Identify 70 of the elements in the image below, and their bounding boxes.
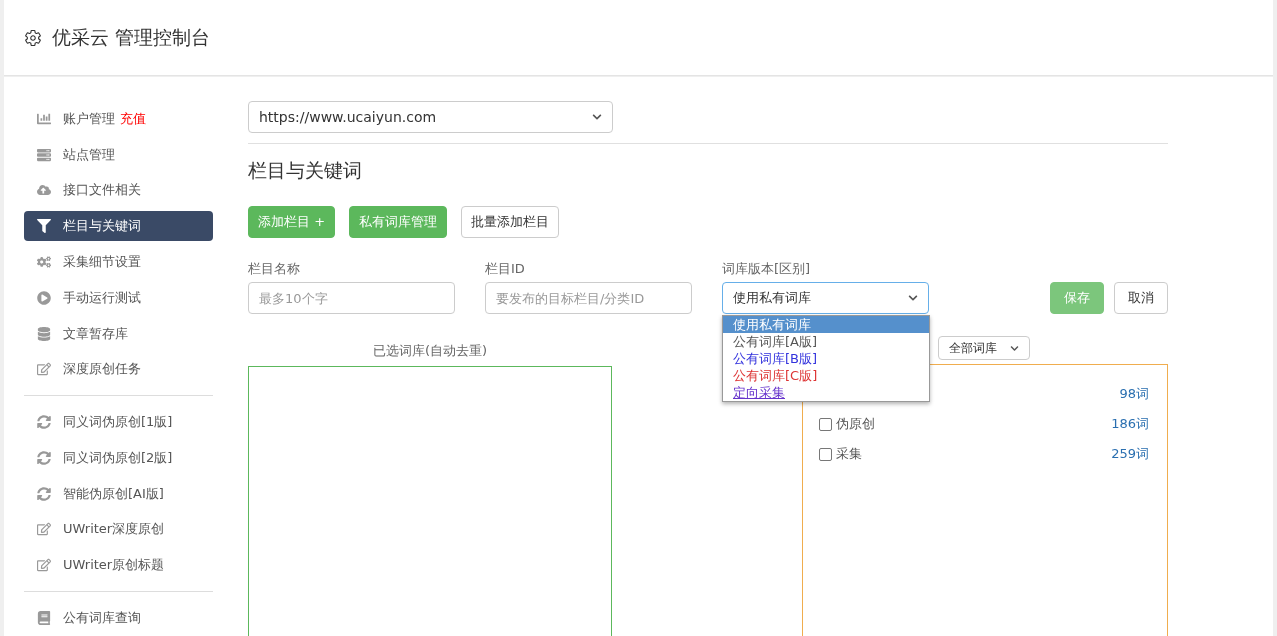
sidebar-label: 同义词伪原创[1版] — [63, 413, 173, 432]
dropdown-option[interactable]: 定向采集 — [723, 384, 929, 401]
word-count: 98词 — [1119, 385, 1149, 403]
word-count: 259词 — [1111, 445, 1149, 463]
play-icon — [35, 290, 53, 305]
sidebar-label: 站点管理 — [63, 145, 115, 164]
settings-icon[interactable] — [24, 28, 42, 47]
field-label: 词库版本[区别] — [722, 260, 812, 278]
sidebar-label: 文章暂存库 — [63, 324, 128, 343]
gears-icon — [35, 255, 53, 269]
text-field[interactable]: 最多10个字 — [248, 282, 455, 314]
section-title: 栏目与关键词 — [248, 158, 363, 183]
library-name: 伪原创 — [836, 415, 875, 433]
panel-label: 已选词库(自动去重) — [372, 342, 488, 360]
sidebar-item[interactable]: 同义词伪原创[2版] — [24, 443, 213, 473]
console-title: 优采云 管理控制台 — [52, 24, 211, 50]
sidebar-item[interactable]: 智能伪原创[AI版] — [24, 478, 213, 509]
sidebar-label: UWriter原创标题 — [63, 556, 165, 575]
checkbox[interactable] — [819, 417, 832, 431]
cancel-button[interactable]: 取消 — [1114, 282, 1168, 314]
sidebar-label: 接口文件相关 — [63, 181, 141, 200]
filter-icon — [35, 219, 53, 234]
library-filter[interactable]: 全部词库 — [938, 336, 1030, 360]
edit-icon — [35, 362, 53, 377]
sidebar-label: 手动运行测试 — [63, 288, 141, 307]
sidebar-item[interactable]: 文章暂存库 — [24, 318, 213, 349]
sidebar-label: 账户管理 — [63, 109, 115, 128]
sidebar-label: 栏目与关键词 — [63, 217, 141, 236]
sidebar-label: 深度原创任务 — [63, 360, 141, 379]
sidebar-item[interactable]: 栏目与关键词 — [24, 211, 213, 242]
cloud-upload-icon — [35, 183, 53, 198]
checkbox[interactable] — [819, 447, 832, 461]
sidebar-item[interactable]: 接口文件相关 — [24, 175, 213, 206]
edit-icon — [35, 558, 53, 573]
library-name: 采集 — [836, 445, 862, 463]
sidebar-item[interactable]: 公有词库查询 — [24, 603, 213, 633]
text-field[interactable]: 要发布的目标栏目/分类ID — [485, 282, 692, 314]
edit-icon — [35, 522, 53, 537]
word-count: 186词 — [1111, 415, 1149, 433]
chevron-icon — [1010, 343, 1019, 353]
refresh-icon — [35, 450, 53, 465]
sidebar-label: UWriter深度原创 — [63, 520, 165, 539]
sidebar-item[interactable]: 站点管理 — [24, 139, 213, 170]
bar-chart-icon — [35, 111, 53, 126]
refresh-icon — [35, 486, 53, 501]
sidebar-label: 同义词伪原创[2版] — [63, 448, 173, 467]
sidebar-label: 智能伪原创[AI版] — [63, 484, 164, 503]
sidebar-item[interactable]: 同义词伪原创[1版] — [24, 407, 213, 438]
database-icon — [35, 326, 53, 341]
sidebar-item[interactable]: 账户管理 充值 — [24, 104, 213, 134]
recharge-link[interactable]: 充值 — [120, 109, 146, 128]
server-icon — [35, 147, 53, 162]
sidebar-item[interactable]: UWriter深度原创 — [24, 514, 213, 545]
action-button[interactable]: 批量添加栏目 — [461, 206, 560, 238]
book-icon — [35, 611, 53, 626]
site-select[interactable]: https://www.ucaiyun.com — [248, 101, 613, 133]
sidebar-label: 公有词库查询 — [63, 609, 141, 628]
dropdown-option[interactable]: 公有词库[A版] — [723, 333, 929, 350]
field-label: 栏目名称 — [248, 260, 301, 278]
field-label: 栏目ID — [485, 260, 526, 278]
sidebar-item[interactable]: 手动运行测试 — [24, 282, 213, 313]
refresh-icon — [35, 415, 53, 430]
sidebar-label: 采集细节设置 — [63, 253, 141, 271]
sidebar-item[interactable]: 采集细节设置 — [24, 247, 213, 277]
dropdown-option[interactable]: 公有词库[B版] — [723, 350, 929, 367]
dropdown-option[interactable]: 公有词库[C版] — [723, 367, 929, 384]
sidebar-item[interactable]: UWriter原创标题 — [24, 550, 213, 581]
chevron-icon — [592, 112, 602, 122]
chevron-icon — [908, 293, 918, 303]
sidebar-item[interactable]: 深度原创任务 — [24, 354, 213, 385]
